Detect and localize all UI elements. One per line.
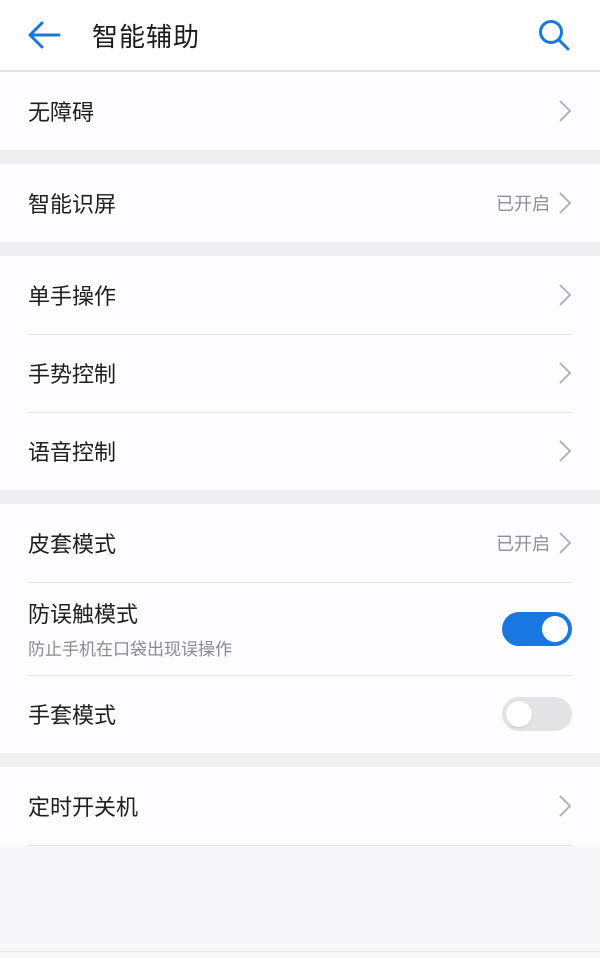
group-divider (0, 753, 600, 767)
setting-label: 皮套模式 (28, 533, 117, 558)
chevron-right-icon (559, 100, 572, 122)
setting-label: 手套模式 (28, 704, 117, 729)
chevron-right-icon (559, 362, 572, 384)
group-divider (0, 490, 600, 504)
toggle-knob (506, 701, 532, 727)
setting-gesture-control[interactable]: 手势控制 (0, 334, 600, 412)
setting-cover-mode[interactable]: 皮套模式 已开启 (0, 504, 600, 582)
setting-label: 防误触模式 (28, 603, 139, 628)
setting-voice-control[interactable]: 语音控制 (0, 412, 600, 490)
divider (28, 845, 572, 846)
setting-glove-mode: 手套模式 (0, 675, 600, 753)
setting-label: 手势控制 (28, 363, 117, 388)
settings-group-accessibility: 无障碍 (0, 72, 600, 150)
chevron-right-icon (559, 532, 572, 554)
group-divider (0, 242, 600, 256)
setting-label: 无障碍 (28, 101, 95, 126)
settings-group-schedule: 定时开关机 (0, 767, 600, 846)
top-bar: 智能辅助 (0, 0, 600, 72)
setting-accessibility[interactable]: 无障碍 (0, 72, 600, 150)
toggle-knob (542, 615, 568, 642)
settings-group-smart-screen: 智能识屏 已开启 (0, 164, 600, 242)
settings-group-modes: 皮套模式 已开启 防误触模式 防止手机在口袋出现误操作 手套模式 (0, 504, 600, 753)
setting-accidental-touch-mode: 防误触模式 防止手机在口袋出现误操作 (0, 582, 600, 675)
setting-label: 语音控制 (28, 441, 117, 466)
status-text: 已开启 (496, 194, 550, 215)
chevron-right-icon (559, 795, 572, 817)
glove-mode-toggle[interactable] (502, 697, 572, 731)
page-title: 智能辅助 (92, 22, 201, 53)
setting-description: 防止手机在口袋出现误操作 (28, 640, 232, 660)
setting-one-hand-mode[interactable]: 单手操作 (0, 256, 600, 334)
status-text: 已开启 (496, 534, 550, 555)
back-arrow-icon (28, 21, 61, 49)
setting-label: 智能识屏 (28, 193, 117, 218)
setting-smart-screen-recognition[interactable]: 智能识屏 已开启 (0, 164, 600, 242)
search-icon (539, 20, 570, 51)
divider (0, 951, 600, 952)
back-button[interactable] (24, 15, 64, 55)
settings-group-controls: 单手操作 手势控制 语音控制 (0, 256, 600, 490)
setting-label: 定时开关机 (28, 796, 139, 821)
chevron-right-icon (559, 284, 572, 306)
setting-text: 防误触模式 防止手机在口袋出现误操作 (28, 597, 232, 660)
setting-label: 单手操作 (28, 285, 117, 310)
search-button[interactable] (534, 15, 574, 55)
group-divider (0, 150, 600, 164)
setting-scheduled-power[interactable]: 定时开关机 (0, 767, 600, 845)
accidental-touch-toggle[interactable] (502, 611, 572, 646)
chevron-right-icon (559, 440, 572, 462)
chevron-right-icon (559, 192, 572, 214)
